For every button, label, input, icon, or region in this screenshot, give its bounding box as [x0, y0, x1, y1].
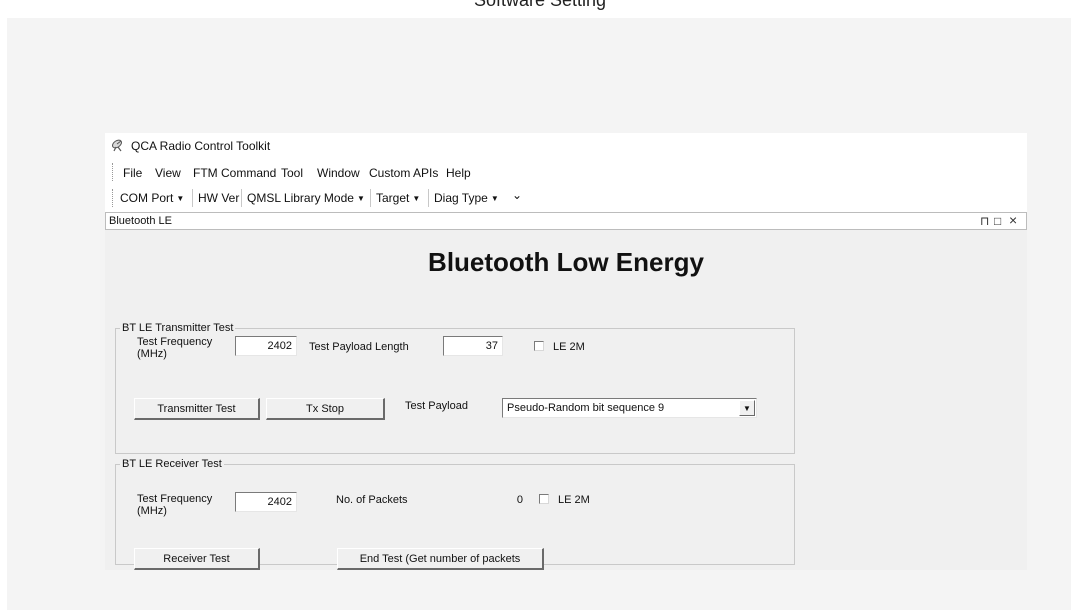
rx-group-legend: BT LE Receiver Test	[122, 458, 222, 470]
tx-group-legend: BT LE Transmitter Test	[122, 322, 234, 334]
receiver-test-button[interactable]: Receiver Test	[134, 548, 260, 570]
chevron-down-icon: ▼	[490, 194, 499, 203]
test-payload-value: Pseudo-Random bit sequence 9	[507, 402, 665, 414]
page-heading: Software Setting	[473, 0, 607, 10]
diag-type-label: Diag Type	[434, 191, 488, 205]
end-test-button[interactable]: End Test (Get number of packets	[337, 548, 544, 570]
app-window: QCA Radio Control Toolkit File View FTM …	[105, 133, 1027, 570]
tx-frequency-input[interactable]: 2402	[235, 336, 297, 356]
restore-icon[interactable]: □	[994, 214, 1001, 228]
tx-payload-length-input[interactable]: 37	[443, 336, 503, 356]
menu-custom-apis[interactable]: Custom APIs	[369, 166, 438, 180]
title-bar: QCA Radio Control Toolkit	[105, 133, 1027, 159]
chevron-down-icon: ▼	[176, 194, 185, 203]
tx-payload-length-label: Test Payload Length	[309, 341, 409, 353]
tx-le2m-label: LE 2M	[553, 341, 585, 353]
menu-bar: File View FTM Command Tool Window Custom…	[105, 159, 1027, 185]
rx-le2m-checkbox[interactable]	[539, 494, 549, 504]
rx-packets-label: No. of Packets	[336, 494, 408, 506]
satellite-dish-icon	[112, 139, 122, 152]
panel-header: Bluetooth LE ⊓ □ ×	[105, 212, 1027, 230]
menu-grip[interactable]	[112, 163, 116, 181]
test-payload-label: Test Payload	[405, 400, 468, 412]
com-port-label: COM Port	[120, 191, 174, 205]
rx-freq-label-line1: Test Frequency	[137, 493, 213, 505]
panel-body: Bluetooth Low Energy BT LE Transmitter T…	[105, 230, 1027, 570]
toolbar-overflow-button[interactable]: ⌄	[512, 188, 522, 202]
toolbar-separator	[370, 189, 371, 207]
hw-ver-button[interactable]: HW Ver	[198, 191, 239, 205]
tx-freq-label-line1: Test Frequency	[137, 336, 213, 348]
panel-title: Bluetooth LE	[109, 215, 172, 227]
toolbar-separator	[192, 189, 193, 207]
diag-type-dropdown[interactable]: Diag Type ▼	[434, 191, 499, 205]
target-dropdown[interactable]: Target ▼	[376, 191, 420, 205]
window-title: QCA Radio Control Toolkit	[131, 139, 271, 153]
rx-freq-label-line2: (MHz)	[137, 505, 167, 517]
screenshot-frame: QCA Radio Control Toolkit File View FTM …	[7, 18, 1071, 610]
toolbar: COM Port ▼ HW Ver QMSL Library Mode ▼ Targ…	[105, 185, 1027, 211]
chevron-down-icon: ▼	[412, 194, 421, 203]
qmsl-library-mode-label: QMSL Library Mode	[247, 191, 354, 205]
target-label: Target	[376, 191, 410, 205]
menu-file[interactable]: File	[123, 166, 142, 180]
tx-freq-label-line2: (MHz)	[137, 348, 167, 360]
tx-stop-button[interactable]: Tx Stop	[266, 398, 385, 420]
tx-le2m-checkbox[interactable]	[534, 341, 544, 351]
toolbar-separator	[241, 189, 242, 207]
chevron-down-icon[interactable]: ▼	[739, 400, 755, 416]
chevron-down-icon: ▼	[356, 194, 365, 203]
close-icon[interactable]: ×	[1009, 212, 1017, 228]
toolbar-separator	[428, 189, 429, 207]
menu-help[interactable]: Help	[446, 166, 471, 180]
menu-window[interactable]: Window	[317, 166, 360, 180]
rx-le2m-label: LE 2M	[558, 494, 590, 506]
test-payload-select[interactable]: Pseudo-Random bit sequence 9 ▼	[502, 398, 757, 418]
transmitter-test-button[interactable]: Transmitter Test	[134, 398, 260, 420]
qmsl-library-mode-dropdown[interactable]: QMSL Library Mode ▼	[247, 191, 365, 205]
main-title: Bluetooth Low Energy	[428, 247, 704, 277]
rx-frequency-input[interactable]: 2402	[235, 492, 297, 512]
com-port-dropdown[interactable]: COM Port ▼	[120, 191, 184, 205]
menu-tool[interactable]: Tool	[281, 166, 303, 180]
menu-ftm-command[interactable]: FTM Command	[193, 166, 276, 180]
pin-icon[interactable]: ⊓	[980, 214, 989, 228]
toolbar-grip[interactable]	[112, 189, 116, 207]
menu-view[interactable]: View	[155, 166, 181, 180]
rx-packets-value: 0	[516, 494, 523, 506]
